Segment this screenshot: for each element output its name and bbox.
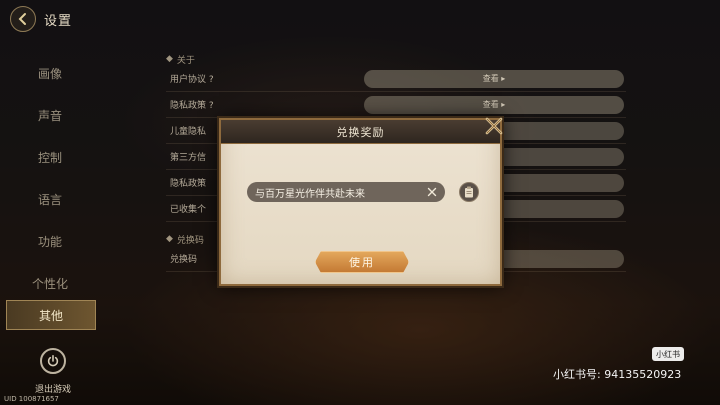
back-arrow-icon bbox=[18, 13, 26, 25]
sidebar-item-label: 其他 bbox=[38, 308, 63, 323]
watermark-badge: 小红书 bbox=[652, 347, 684, 361]
diamond-icon: ◆ bbox=[166, 234, 173, 244]
close-button[interactable] bbox=[482, 114, 506, 138]
exit-label: 退出游戏 bbox=[34, 385, 71, 395]
sidebar-item-graphics[interactable]: 画像 bbox=[0, 52, 100, 94]
clear-icon[interactable] bbox=[427, 187, 437, 197]
section-title: 兑换码 bbox=[176, 235, 204, 246]
sidebar-item-sound[interactable]: 声音 bbox=[0, 94, 100, 136]
section-header-about: ◆ 关于 bbox=[166, 52, 626, 66]
sidebar-item-other[interactable]: 其他 bbox=[6, 300, 96, 330]
sidebar-item-language[interactable]: 语言 bbox=[0, 178, 100, 220]
page-title: 设置 bbox=[44, 13, 73, 29]
view-button[interactable]: 查看 ▸ bbox=[364, 95, 624, 114]
paste-button[interactable] bbox=[459, 182, 479, 202]
view-button[interactable]: 查看 ▸ bbox=[364, 69, 624, 88]
top-bar: 设置 bbox=[10, 6, 72, 32]
row-label: 用户协议 ? bbox=[170, 75, 214, 85]
back-button[interactable] bbox=[10, 6, 36, 32]
settings-row: 隐私政策 ? 查看 ▸ bbox=[166, 92, 626, 118]
exit-game[interactable]: 退出游戏 bbox=[28, 348, 78, 395]
sidebar: 画像 声音 控制 语言 功能 个性化 其他 bbox=[0, 52, 100, 330]
redeem-dialog: 兑换奖励 与百万星光作伴共赴未来 使用 bbox=[219, 117, 503, 286]
row-label: 已收集个 bbox=[170, 205, 207, 215]
sidebar-item-controls[interactable]: 控制 bbox=[0, 136, 100, 178]
use-button[interactable]: 使用 bbox=[315, 251, 409, 273]
sidebar-item-label: 功能 bbox=[37, 234, 62, 249]
uid-text: UID 100871657 bbox=[4, 395, 59, 403]
clipboard-icon bbox=[465, 186, 473, 198]
diamond-icon: ◆ bbox=[166, 54, 173, 64]
sidebar-item-label: 语言 bbox=[37, 192, 62, 207]
exit-button[interactable] bbox=[40, 348, 66, 374]
settings-row: 用户协议 ? 查看 ▸ bbox=[166, 66, 626, 92]
redeem-code-input[interactable]: 与百万星光作伴共赴未来 bbox=[247, 182, 445, 202]
row-label: 兑换码 bbox=[170, 255, 198, 265]
row-label: 隐私政策 ? bbox=[170, 101, 214, 111]
close-icon bbox=[485, 117, 503, 135]
redeem-code-value: 与百万星光作伴共赴未来 bbox=[255, 188, 365, 200]
sidebar-item-label: 声音 bbox=[37, 108, 62, 123]
watermark-text: 小红书号: 94135520923 bbox=[553, 368, 682, 381]
sidebar-item-label: 画像 bbox=[37, 66, 62, 81]
sidebar-item-label: 个性化 bbox=[31, 276, 68, 291]
sidebar-item-label: 控制 bbox=[37, 150, 62, 165]
dialog-header: 兑换奖励 bbox=[221, 120, 500, 144]
row-label: 儿童隐私 bbox=[170, 127, 207, 137]
sidebar-item-personalize[interactable]: 个性化 bbox=[0, 262, 100, 304]
sidebar-item-features[interactable]: 功能 bbox=[0, 220, 100, 262]
dialog-title: 兑换奖励 bbox=[336, 125, 385, 139]
row-label: 隐私政策 bbox=[170, 179, 207, 189]
power-icon bbox=[47, 354, 59, 367]
row-label: 第三方信 bbox=[170, 153, 207, 163]
section-title: 关于 bbox=[176, 55, 195, 66]
